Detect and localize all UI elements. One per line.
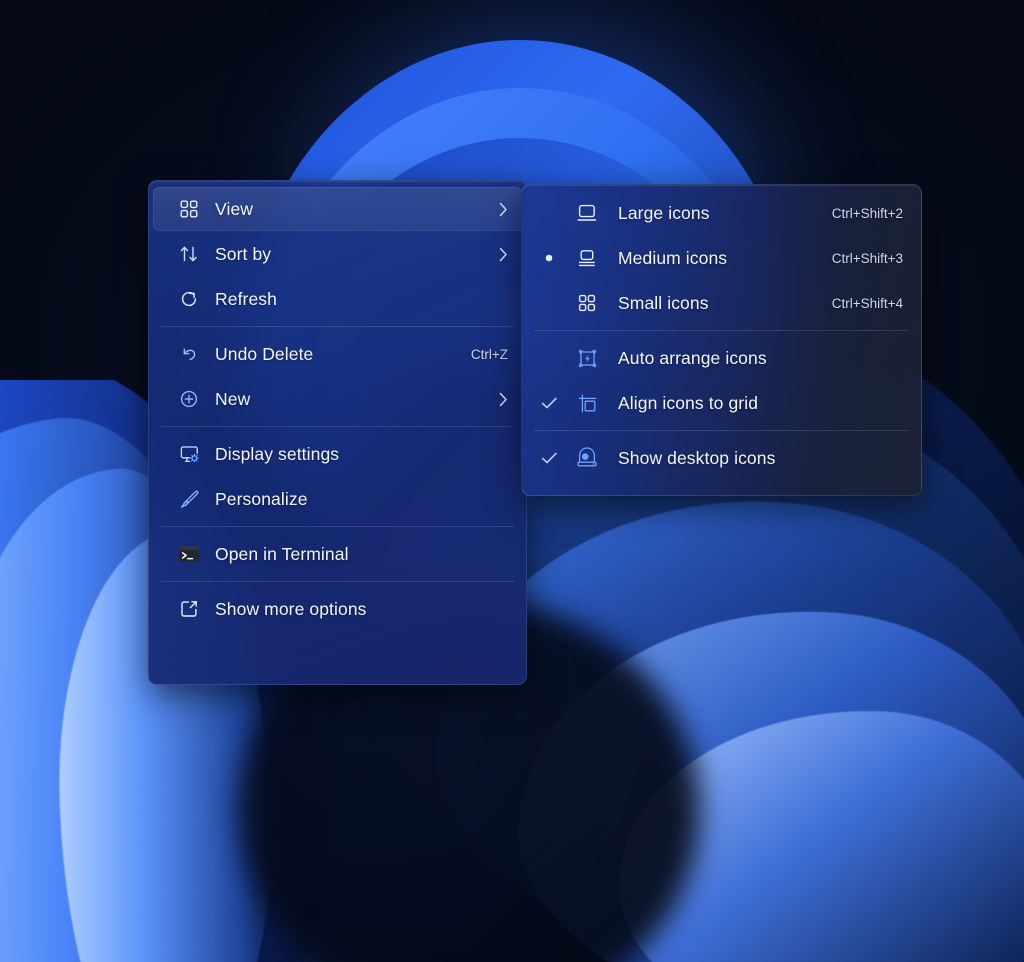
menu-item-label: Personalize bbox=[215, 488, 308, 509]
submenu-item-accelerator: Ctrl+Shift+3 bbox=[831, 250, 903, 266]
menu-item-new[interactable]: New bbox=[153, 377, 522, 421]
menu-item-label: Show more options bbox=[215, 598, 367, 619]
menu-separator bbox=[161, 326, 514, 327]
menu-separator bbox=[161, 581, 514, 582]
submenu-item-small-icons[interactable]: Small icons Ctrl+Shift+4 bbox=[526, 281, 917, 325]
refresh-icon bbox=[177, 289, 201, 309]
menu-item-display-settings[interactable]: Display settings bbox=[153, 432, 522, 476]
share-external-icon bbox=[177, 599, 201, 619]
menu-separator bbox=[161, 526, 514, 527]
menu-item-show-more-options[interactable]: Show more options bbox=[153, 587, 522, 631]
medium-icon-view-icon bbox=[572, 248, 602, 268]
menu-item-label: Display settings bbox=[215, 443, 340, 464]
submenu-item-accelerator: Ctrl+Shift+2 bbox=[831, 205, 903, 221]
terminal-icon bbox=[177, 545, 201, 563]
submenu-item-medium-icons[interactable]: Medium icons Ctrl+Shift+3 bbox=[526, 236, 917, 280]
menu-item-undo-delete[interactable]: Undo Delete Ctrl+Z bbox=[153, 332, 522, 376]
submenu-separator bbox=[534, 330, 909, 331]
desktop[interactable]: View Sort by Refresh Undo Delete Ctrl+Z … bbox=[0, 0, 1024, 962]
submenu-item-auto-arrange-icons[interactable]: Auto arrange icons bbox=[526, 336, 917, 380]
grid-icon bbox=[177, 199, 201, 219]
submenu-item-label: Show desktop icons bbox=[618, 447, 776, 468]
desktop-icons-icon bbox=[572, 447, 602, 468]
menu-item-personalize[interactable]: Personalize bbox=[153, 477, 522, 521]
submenu-item-accelerator: Ctrl+Shift+4 bbox=[831, 295, 903, 311]
desktop-context-menu[interactable]: View Sort by Refresh Undo Delete Ctrl+Z … bbox=[148, 180, 527, 685]
small-icon-view-icon bbox=[572, 293, 602, 313]
menu-separator bbox=[161, 426, 514, 427]
chevron-right-icon bbox=[499, 202, 522, 217]
plus-circle-icon bbox=[177, 389, 201, 409]
menu-item-view[interactable]: View bbox=[153, 187, 522, 231]
chevron-right-icon bbox=[499, 247, 522, 262]
monitor-gear-icon bbox=[177, 444, 201, 465]
menu-item-accelerator: Ctrl+Z bbox=[470, 346, 508, 362]
checkmark-icon bbox=[526, 451, 572, 465]
menu-item-label: Open in Terminal bbox=[215, 543, 349, 564]
menu-item-label: New bbox=[215, 388, 251, 409]
submenu-item-label: Auto arrange icons bbox=[618, 347, 767, 368]
submenu-item-large-icons[interactable]: Large icons Ctrl+Shift+2 bbox=[526, 191, 917, 235]
checkmark-icon bbox=[526, 396, 572, 410]
auto-arrange-icon bbox=[572, 348, 602, 369]
submenu-item-show-desktop-icons[interactable]: Show desktop icons bbox=[526, 436, 917, 480]
radio-selected-icon bbox=[526, 252, 572, 264]
menu-item-label: View bbox=[215, 198, 254, 219]
menu-item-refresh[interactable]: Refresh bbox=[153, 277, 522, 321]
submenu-separator bbox=[534, 430, 909, 431]
paintbrush-icon bbox=[177, 489, 201, 509]
submenu-item-align-icons-to-grid[interactable]: Align icons to grid bbox=[526, 381, 917, 425]
menu-item-label: Undo Delete bbox=[215, 343, 314, 364]
menu-item-label: Refresh bbox=[215, 288, 277, 309]
submenu-item-label: Small icons bbox=[618, 292, 709, 313]
sort-arrows-icon bbox=[177, 244, 201, 264]
undo-icon bbox=[177, 344, 201, 364]
menu-item-open-in-terminal[interactable]: Open in Terminal bbox=[153, 532, 522, 576]
align-grid-icon bbox=[572, 393, 602, 414]
menu-item-label: Sort by bbox=[215, 243, 272, 264]
submenu-item-label: Align icons to grid bbox=[618, 392, 759, 413]
menu-item-sort-by[interactable]: Sort by bbox=[153, 232, 522, 276]
submenu-item-label: Large icons bbox=[618, 202, 710, 223]
view-submenu[interactable]: Large icons Ctrl+Shift+2 Medium icons Ct… bbox=[521, 184, 922, 496]
large-icon-view-icon bbox=[572, 203, 602, 223]
submenu-item-label: Medium icons bbox=[618, 247, 728, 268]
chevron-right-icon bbox=[499, 392, 522, 407]
